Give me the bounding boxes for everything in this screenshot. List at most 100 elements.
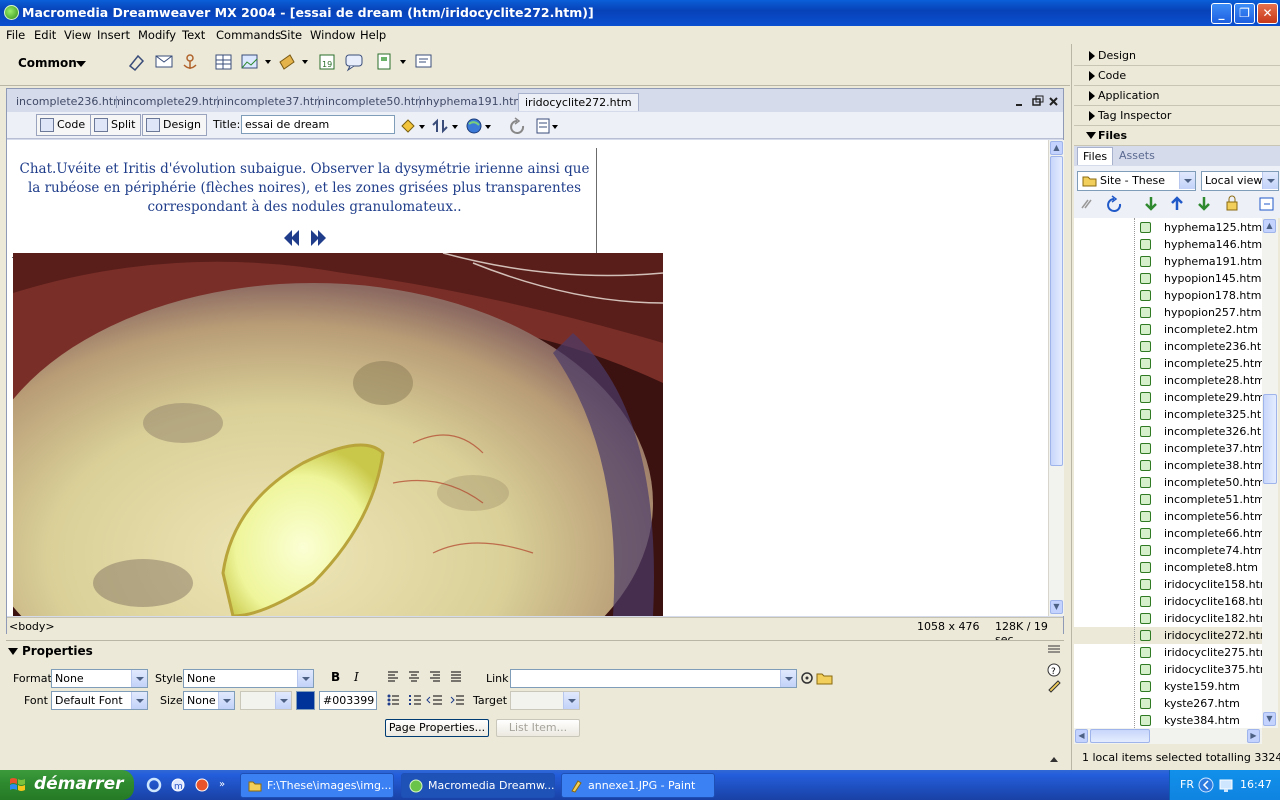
date-icon[interactable]: 19 (319, 54, 335, 70)
page-properties-button[interactable]: Page Properties... (385, 719, 489, 737)
menu-window[interactable]: Window (310, 28, 355, 42)
named-anchor-icon[interactable] (183, 54, 197, 69)
style-select[interactable]: None (183, 669, 314, 688)
file-row[interactable]: incomplete38.htm (1074, 457, 1262, 474)
tag-chooser-icon[interactable] (415, 54, 432, 68)
image-icon[interactable] (241, 54, 271, 69)
indent-icon[interactable] (450, 695, 464, 705)
file-row[interactable]: iridocyclite182.htm (1074, 610, 1262, 627)
italic-button[interactable]: I (354, 670, 359, 684)
scroll-right-icon[interactable]: ▶ (1247, 729, 1260, 743)
file-row[interactable]: incomplete66.htm (1074, 525, 1262, 542)
files-horizontal-scrollbar[interactable]: ◀ ▶ (1074, 728, 1262, 744)
file-row[interactable]: incomplete51.htm (1074, 491, 1262, 508)
help-icon[interactable]: ? (1047, 663, 1061, 677)
tag-selector[interactable]: <body> (9, 620, 55, 633)
ordered-list-icon[interactable] (409, 695, 421, 705)
preview-in-browser-icon[interactable] (466, 118, 491, 134)
put-files-icon[interactable] (1171, 196, 1183, 210)
tab-incomplete50[interactable]: incomplete50.htm (325, 95, 426, 108)
files-hscroll-thumb[interactable] (1090, 729, 1150, 743)
templates-icon[interactable] (377, 53, 406, 70)
file-row[interactable]: hyphema191.htm (1074, 253, 1262, 270)
panel-application[interactable]: Application (1074, 86, 1280, 106)
format-select[interactable]: None (51, 669, 148, 688)
browse-folder-icon[interactable] (816, 673, 833, 685)
tab-incomplete37[interactable]: incomplete37.htm (224, 95, 325, 108)
menu-site[interactable]: Site (280, 28, 302, 42)
quick-tag-editor-icon[interactable] (1048, 680, 1061, 693)
next-arrow-icon[interactable] (311, 230, 326, 246)
split-view-button[interactable]: Split (90, 114, 142, 136)
file-row[interactable]: hypopion145.htm (1074, 270, 1262, 287)
tab-assets[interactable]: Assets (1119, 149, 1155, 162)
tab-incomplete236[interactable]: incomplete236.htm (16, 95, 124, 108)
check-out-icon[interactable] (1198, 197, 1210, 211)
scroll-up-icon[interactable]: ▲ (1050, 141, 1063, 155)
tab-iridocyclite272[interactable]: iridocyclite272.htm (518, 93, 639, 111)
bold-button[interactable]: B (331, 670, 340, 684)
panel-code[interactable]: Code (1074, 66, 1280, 86)
doc-close-icon[interactable] (1049, 97, 1058, 106)
scroll-up-icon[interactable]: ▲ (1263, 219, 1276, 233)
doc-restore-icon[interactable] (1032, 95, 1044, 106)
align-left-icon[interactable] (388, 671, 398, 682)
link-input[interactable] (510, 669, 797, 688)
scroll-down-icon[interactable]: ▼ (1050, 600, 1063, 614)
text-color-swatch[interactable] (296, 691, 315, 710)
scrollbar-thumb[interactable] (1050, 156, 1063, 466)
media-player-icon[interactable] (195, 778, 209, 792)
minimize-button[interactable]: _ (1211, 3, 1232, 24)
media-icon[interactable] (279, 54, 308, 70)
expand-properties-icon[interactable] (1050, 757, 1058, 762)
size-select[interactable]: None (183, 691, 235, 710)
file-row[interactable]: hypopion178.htm (1074, 287, 1262, 304)
menu-insert[interactable]: Insert (97, 28, 130, 42)
file-row[interactable]: incomplete8.htm (1074, 559, 1262, 576)
unordered-list-icon[interactable] (387, 694, 400, 706)
font-select[interactable]: Default Font (51, 691, 148, 710)
code-view-button[interactable]: Code (36, 114, 92, 136)
panel-files[interactable]: Files (1074, 126, 1280, 146)
doc-minimize-icon[interactable] (1016, 104, 1022, 106)
file-row[interactable]: iridocyclite168.htm (1074, 593, 1262, 610)
file-row[interactable]: kyste159.htm (1074, 678, 1262, 695)
design-view-button[interactable]: Design (142, 114, 207, 136)
file-row[interactable]: kyste384.htm (1074, 712, 1262, 728)
file-row[interactable]: incomplete29.htm (1074, 389, 1262, 406)
hyperlink-icon[interactable] (128, 54, 145, 72)
file-row[interactable]: incomplete236.htm (1074, 338, 1262, 355)
menu-text[interactable]: Text (182, 28, 205, 42)
show-more-icon[interactable]: » (219, 779, 225, 790)
text-color-input[interactable]: #003399 (319, 691, 377, 710)
tab-hyphema191[interactable]: hyphema191.htm (426, 95, 524, 108)
browser-check-icon[interactable] (401, 119, 425, 133)
show-hidden-icons-icon[interactable] (1198, 777, 1214, 793)
network-icon[interactable] (1219, 779, 1233, 792)
file-row[interactable]: incomplete74.htm (1074, 542, 1262, 559)
restore-button[interactable]: ❐ (1234, 3, 1255, 24)
file-row[interactable]: incomplete28.htm (1074, 372, 1262, 389)
close-button[interactable]: ✕ (1257, 3, 1278, 24)
file-row[interactable]: iridocyclite275.htm (1074, 644, 1262, 661)
file-row[interactable]: incomplete325.htm (1074, 406, 1262, 423)
view-select[interactable]: Local view (1201, 171, 1279, 191)
file-row[interactable]: iridocyclite158.htm (1074, 576, 1262, 593)
point-to-file-icon[interactable] (801, 672, 813, 684)
files-scrollbar-thumb[interactable] (1263, 394, 1277, 484)
panel-design[interactable]: Design (1074, 46, 1280, 66)
refresh-icon[interactable] (1107, 195, 1122, 212)
file-row[interactable]: iridocyclite375.htm (1074, 661, 1262, 678)
scroll-left-icon[interactable]: ◀ (1075, 729, 1088, 743)
menu-commands[interactable]: Commands (216, 28, 281, 42)
window-size[interactable]: 1058 x 476 (917, 620, 980, 633)
connect-icon[interactable] (1081, 199, 1092, 209)
tab-incomplete29[interactable]: incomplete29.htm (123, 95, 224, 108)
file-row[interactable]: iridocyclite272.htm (1074, 627, 1262, 644)
language-indicator[interactable]: FR (1180, 778, 1194, 791)
start-button[interactable]: démarrer (0, 770, 134, 800)
panel-tag-inspector[interactable]: Tag Inspector (1074, 106, 1280, 126)
table-icon[interactable] (215, 54, 232, 70)
menu-file[interactable]: File (6, 28, 25, 42)
file-row[interactable]: incomplete2.htm (1074, 321, 1262, 338)
